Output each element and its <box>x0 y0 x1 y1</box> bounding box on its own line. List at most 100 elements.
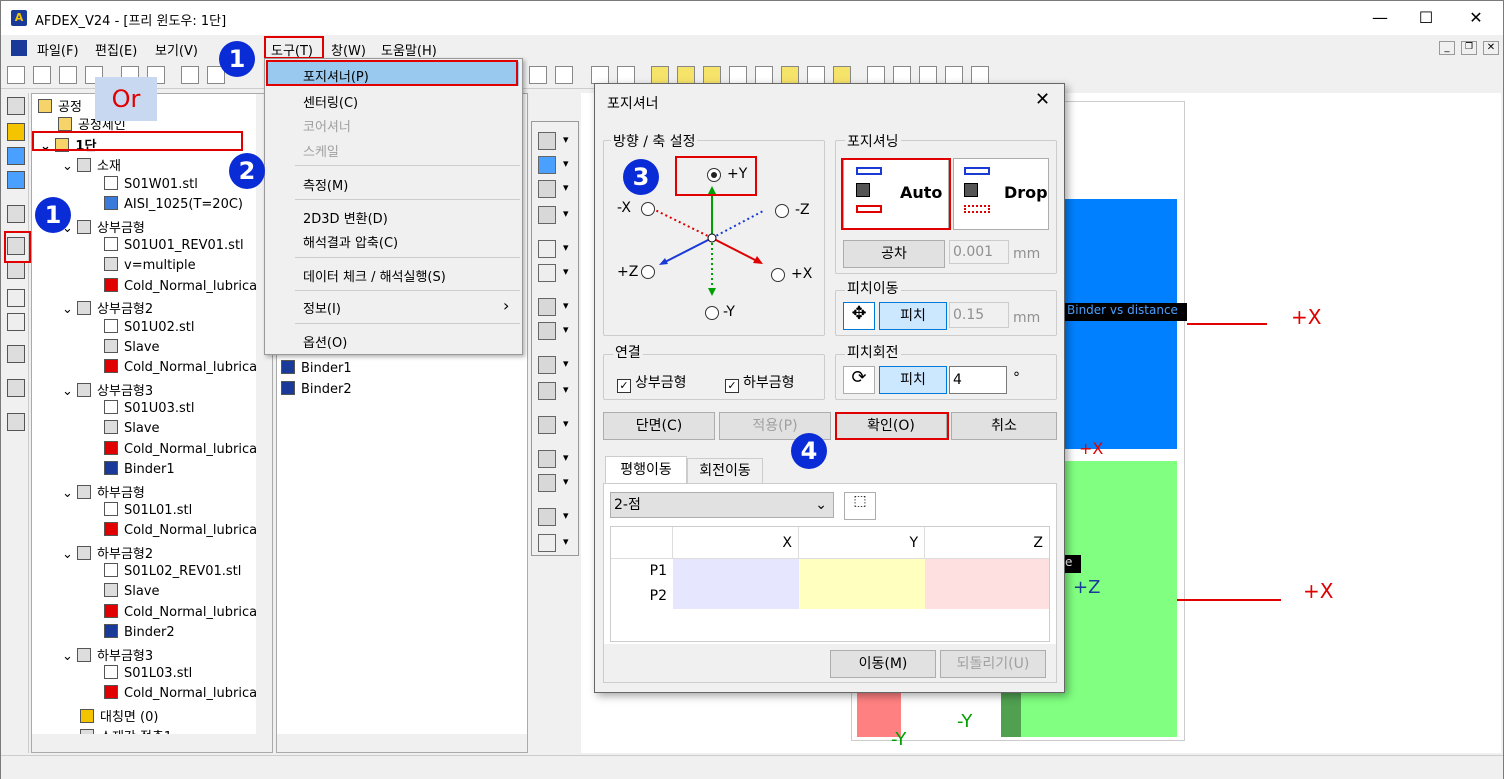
new-file-icon[interactable] <box>7 66 25 84</box>
tree-node[interactable]: Cold_Normal_lubrica <box>104 685 257 701</box>
tree-node[interactable]: Cold_Normal_lubrica <box>104 278 257 294</box>
chart-icon[interactable] <box>7 345 25 363</box>
mode-select[interactable]: 2-점 ⌄ <box>610 492 834 518</box>
tool-icon[interactable] <box>538 322 569 340</box>
monitor-icon[interactable] <box>7 147 25 165</box>
menu-window[interactable]: 창(W) <box>331 40 366 59</box>
section-button[interactable]: 단면(C) <box>603 412 715 440</box>
tree-node[interactable]: AISI_1025(T=20C) <box>104 196 243 212</box>
lower-die-checkbox[interactable]: ✓ 하부금형 <box>725 372 795 393</box>
view-back-icon[interactable] <box>677 66 695 84</box>
tool-icon[interactable] <box>538 298 569 316</box>
menu-help[interactable]: 도움말(H) <box>381 40 437 59</box>
tree-node[interactable]: S01U02.stl <box>104 319 194 335</box>
tool-icon[interactable] <box>538 240 569 258</box>
wrench-icon[interactable] <box>555 66 573 84</box>
tolerance-input[interactable]: 0.001 <box>949 240 1009 264</box>
pick-cursor-icon[interactable]: ⬚ <box>844 492 876 520</box>
tree-node[interactable]: S01L01.stl <box>104 502 192 518</box>
list-item[interactable]: Binder2 <box>281 381 352 397</box>
tool-icon[interactable] <box>538 416 569 434</box>
view-front-icon[interactable] <box>651 66 669 84</box>
align-icon[interactable] <box>7 261 25 279</box>
refresh-icon[interactable] <box>529 66 547 84</box>
table-cell-p2-x[interactable] <box>673 584 799 609</box>
tree-node[interactable]: ⌄ 소재 <box>62 155 121 174</box>
tree-icon[interactable] <box>7 97 25 115</box>
radio-minus-x[interactable] <box>641 202 655 216</box>
dialog-close-icon[interactable]: ✕ <box>1035 89 1050 110</box>
display-icon[interactable] <box>7 171 25 189</box>
menu-item-measure[interactable]: 측정(M) <box>303 175 348 194</box>
maximize-button[interactable]: ☐ <box>1403 1 1449 35</box>
tree-node[interactable]: Slave <box>104 339 160 355</box>
tree-root[interactable]: 공정 <box>38 96 82 115</box>
tree-node[interactable]: ⌄ 상부금형3 <box>62 380 153 399</box>
table-cell-p1-y[interactable] <box>799 559 925 584</box>
menu-item-compress[interactable]: 해석결과 압축(C) <box>303 232 398 251</box>
tree-node[interactable]: v=multiple <box>104 257 196 273</box>
tree-node[interactable]: Cold_Normal_lubrica <box>104 441 257 457</box>
mdi-restore-icon[interactable]: ❐ <box>1461 41 1477 55</box>
menu-item-centering[interactable]: 센터링(C) <box>303 92 358 111</box>
pitch-rotate-button[interactable]: 피치 <box>879 366 947 394</box>
close-button[interactable]: ✕ <box>1453 1 1499 35</box>
tree-node[interactable]: S01L02_REV01.stl <box>104 563 241 579</box>
tree-node[interactable]: S01U03.stl <box>104 400 194 416</box>
camera-icon[interactable] <box>591 66 609 84</box>
tree-node[interactable]: S01U01_REV01.stl <box>104 237 244 253</box>
menu-item-options[interactable]: 옵션(O) <box>303 332 347 351</box>
tree-node[interactable]: 대칭면 (0) <box>80 706 158 725</box>
table-cell-p2-z[interactable] <box>925 584 1049 609</box>
tree-node[interactable]: Cold_Normal_lubrica <box>104 604 257 620</box>
zoom-out-icon[interactable] <box>867 66 885 84</box>
tool-icon[interactable] <box>538 356 569 374</box>
table-cell-p1-z[interactable] <box>925 559 1049 584</box>
mdi-close-icon[interactable]: ✕ <box>1483 41 1499 55</box>
tolerance-button[interactable]: 공차 <box>843 240 945 268</box>
pitch-move-button[interactable]: 피치 <box>879 302 947 330</box>
tool-icon[interactable] <box>538 156 569 174</box>
tool-icon[interactable] <box>538 264 569 282</box>
pitch-move-input[interactable]: 0.15 <box>949 302 1009 328</box>
table-cell-p2-y[interactable] <box>799 584 925 609</box>
view-iso-icon[interactable] <box>807 66 825 84</box>
pitch-rotate-input[interactable]: 4 <box>949 366 1007 394</box>
color-icon[interactable] <box>617 66 635 84</box>
tree-node[interactable]: ⌄ 상부금형 <box>62 217 145 236</box>
box-icon[interactable] <box>7 289 25 307</box>
rotate-view-icon[interactable] <box>971 66 989 84</box>
view-fit-icon[interactable] <box>833 66 851 84</box>
tree-node[interactable]: Cold_Normal_lubrica <box>104 359 257 375</box>
menu-item-info[interactable]: 정보(I) <box>303 298 341 317</box>
hand-tool-icon[interactable] <box>7 123 25 141</box>
zoom-in-icon[interactable] <box>893 66 911 84</box>
cancel-button[interactable]: 취소 <box>951 412 1057 440</box>
menu-item-datacheck[interactable]: 데이터 체크 / 해석실행(S) <box>303 266 446 285</box>
panel2-hscrollbar[interactable] <box>277 734 527 752</box>
menu-edit[interactable]: 편집(E) <box>95 40 137 59</box>
tree-node[interactable]: ⌄ 하부금형 <box>62 482 145 501</box>
tool-icon[interactable] <box>538 534 569 552</box>
move-button[interactable]: 이동(M) <box>830 650 936 678</box>
drop-button[interactable]: Drop <box>953 158 1049 230</box>
minimize-button[interactable]: — <box>1357 1 1403 35</box>
cube-icon[interactable] <box>181 66 199 84</box>
move-arrows-icon[interactable]: ✥ <box>843 302 875 330</box>
radio-plus-z[interactable] <box>641 265 655 279</box>
mdi-minimize-icon[interactable]: _ <box>1439 41 1455 55</box>
zoom-window-icon[interactable] <box>919 66 937 84</box>
tool-icon[interactable] <box>538 474 569 492</box>
tool-icon[interactable] <box>538 132 569 150</box>
menu-view[interactable]: 보기(V) <box>155 40 198 59</box>
view-bottom-icon[interactable] <box>781 66 799 84</box>
tree-node[interactable]: S01L03.stl <box>104 665 192 681</box>
tool-icon[interactable] <box>538 508 569 526</box>
tab-translate[interactable]: 평행이동 <box>605 456 687 484</box>
tool-icon[interactable] <box>538 180 569 198</box>
table-cell-p1-x[interactable] <box>673 559 799 584</box>
rotate-icon[interactable]: ⟳ <box>843 366 875 394</box>
upper-die-checkbox[interactable]: ✓ 상부금형 <box>617 372 687 393</box>
view-left-icon[interactable] <box>703 66 721 84</box>
checklist-icon[interactable] <box>7 413 25 431</box>
